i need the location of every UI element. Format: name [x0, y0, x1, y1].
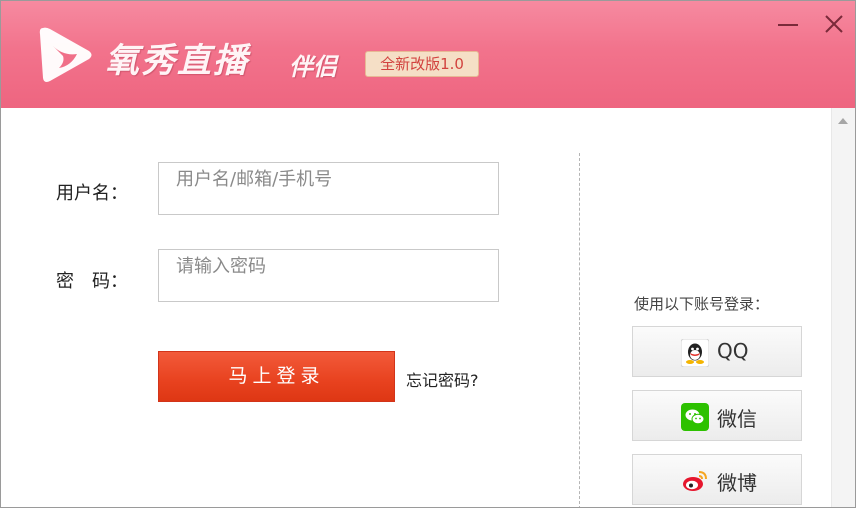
title-bar: 氧秀直播 伴侣 全新改版1.0	[1, 1, 855, 108]
close-button[interactable]	[821, 11, 847, 37]
password-input[interactable]	[158, 249, 499, 302]
username-input[interactable]	[158, 162, 499, 215]
login-button[interactable]: 马上登录	[158, 351, 395, 402]
username-label: 用户名：	[56, 183, 128, 204]
app-title: 氧秀直播	[105, 41, 249, 81]
login-window: 氧秀直播 伴侣 全新改版1.0 用户名： 密 码： 马上登录 忘记密码? 使用以…	[0, 0, 856, 508]
weibo-login-button[interactable]: 微博	[632, 454, 802, 505]
wechat-icon	[681, 403, 709, 431]
version-badge: 全新改版1.0	[365, 51, 479, 77]
wechat-label: 微信	[717, 407, 757, 431]
social-login-title: 使用以下账号登录：	[634, 295, 770, 313]
qq-label: QQ	[717, 339, 749, 363]
close-icon	[825, 15, 843, 33]
weibo-label: 微博	[717, 471, 757, 495]
weibo-icon	[683, 471, 707, 491]
qq-icon	[681, 339, 709, 367]
minimize-icon	[778, 24, 798, 26]
divider	[579, 153, 580, 507]
app-subtitle: 伴侣	[289, 52, 337, 81]
qq-login-button[interactable]: QQ	[632, 326, 802, 377]
play-logo-icon	[39, 27, 92, 83]
scroll-up-arrow-icon[interactable]	[838, 118, 848, 124]
password-label: 密 码：	[56, 271, 128, 292]
minimize-button[interactable]	[775, 11, 801, 37]
wechat-login-button[interactable]: 微信	[632, 390, 802, 441]
forgot-password-link[interactable]: 忘记密码?	[406, 367, 479, 391]
vertical-scrollbar[interactable]	[831, 108, 855, 507]
